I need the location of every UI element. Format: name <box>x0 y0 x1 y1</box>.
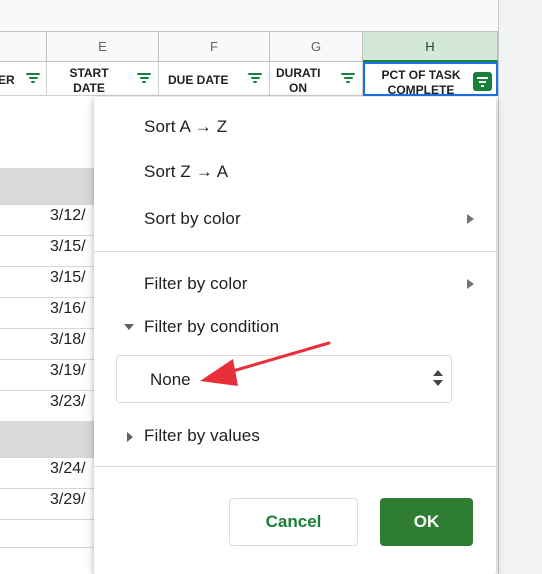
annotation-arrow-shaft <box>224 341 331 375</box>
annotation-arrow-head <box>200 359 238 386</box>
annotation-arrow <box>200 341 331 386</box>
